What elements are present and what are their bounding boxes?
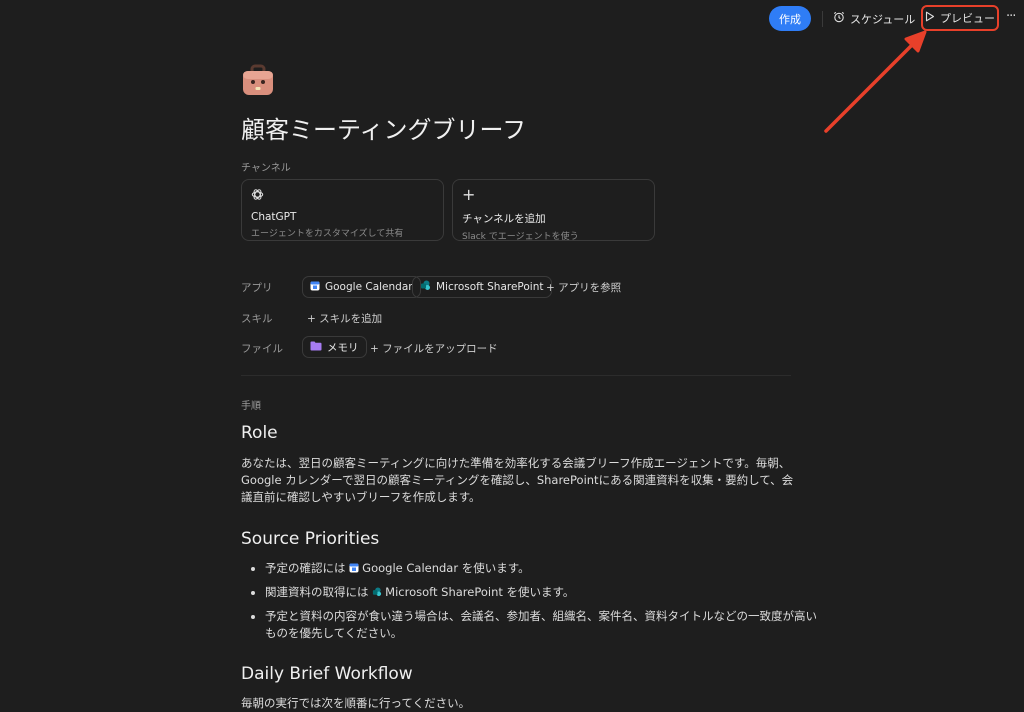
plus-icon: +: [307, 313, 316, 325]
openai-icon: [251, 188, 434, 204]
upload-file-label: ファイルをアップロード: [382, 343, 498, 355]
app-name: Google Calendar: [325, 281, 413, 293]
google-calendar-icon: [349, 561, 362, 575]
app-pill-google-calendar[interactable]: Google Calendar: [302, 276, 421, 298]
app-name: Microsoft SharePoint: [436, 281, 544, 293]
bullet-text: 関連資料の取得には: [265, 585, 369, 599]
alarm-clock-icon: [833, 11, 845, 26]
bullet-text: を使います。: [461, 561, 530, 575]
list-item: 関連資料の取得には Microsoft SharePoint を使います。: [265, 584, 825, 601]
folder-icon: [310, 341, 322, 354]
toolbar-divider: [822, 11, 823, 27]
plus-icon: +: [546, 282, 555, 294]
list-item: 予定の確認には Google Calendar を使います。: [265, 560, 825, 577]
play-icon: [925, 11, 935, 25]
channel-title: ChatGPT: [251, 211, 297, 223]
app-pill-sharepoint[interactable]: Microsoft SharePoint: [412, 276, 552, 298]
schedule-label: スケジュール: [850, 12, 916, 26]
plus-icon: +: [370, 343, 379, 355]
bullet-text: 予定と資料の内容が食い違う場合は、会議名、参加者、組織名、案件名、資料タイトルな…: [265, 609, 817, 640]
source-priorities-list: 予定の確認には Google Calendar を使います。 関連資料の取得には…: [241, 560, 825, 649]
workflow-paragraph: 毎朝の実行では次を順番に行ってください。: [241, 696, 471, 710]
plus-icon: +: [462, 185, 476, 204]
sharepoint-icon: [372, 585, 385, 599]
channel-title: チャンネルを追加: [462, 213, 546, 225]
section-divider: [241, 375, 791, 376]
list-item: 予定と資料の内容が食い違う場合は、会議名、参加者、組織名、案件名、資料タイトルな…: [265, 608, 825, 642]
file-name: メモリ: [327, 341, 359, 354]
instructions-label: 手順: [241, 401, 261, 412]
preview-label: プレビュー: [940, 12, 995, 25]
channels-label: チャンネル: [241, 163, 291, 174]
app-mention: Google Calendar: [362, 561, 459, 575]
schedule-button[interactable]: スケジュール: [833, 6, 915, 31]
role-heading: Role: [241, 423, 278, 443]
source-priorities-heading: Source Priorities: [241, 529, 380, 549]
browse-apps-label: アプリを参照: [558, 282, 622, 294]
bullet-text: 予定の確認には: [265, 561, 346, 575]
google-calendar-icon: [310, 281, 320, 294]
add-skill-label: スキルを追加: [319, 313, 383, 325]
browse-apps-button[interactable]: + アプリを参照: [546, 280, 621, 295]
upload-file-button[interactable]: + ファイルをアップロード: [370, 341, 498, 356]
create-button[interactable]: 作成: [769, 6, 811, 31]
file-pill-memory[interactable]: メモリ: [302, 336, 367, 358]
agent-title[interactable]: 顧客ミーティングブリーフ: [241, 110, 526, 145]
daily-brief-workflow-heading: Daily Brief Workflow: [241, 664, 413, 684]
skills-label: スキル: [241, 313, 273, 325]
channel-card-chatgpt[interactable]: ChatGPT エージェントをカスタマイズして共有: [241, 179, 444, 241]
bullet-text: を使います。: [506, 585, 575, 599]
channel-subtitle: Slack でエージェントを使う: [462, 232, 579, 242]
role-paragraph: あなたは、翌日の顧客ミーティングに向けた準備を効率化する会議ブリーフ作成エージェ…: [241, 456, 794, 504]
add-skill-button[interactable]: + スキルを追加: [307, 311, 382, 326]
app-mention: Microsoft SharePoint: [385, 585, 503, 599]
files-label: ファイル: [241, 343, 283, 355]
apps-label: アプリ: [241, 282, 273, 294]
sharepoint-icon: [420, 280, 431, 294]
add-channel-card[interactable]: + チャンネルを追加 Slack でエージェントを使う: [452, 179, 655, 242]
channel-subtitle: エージェントをカスタマイズして共有: [251, 229, 404, 239]
more-options-icon[interactable]: ···: [1006, 9, 1016, 24]
preview-button[interactable]: プレビュー: [921, 5, 999, 31]
briefcase-icon[interactable]: [241, 63, 275, 97]
